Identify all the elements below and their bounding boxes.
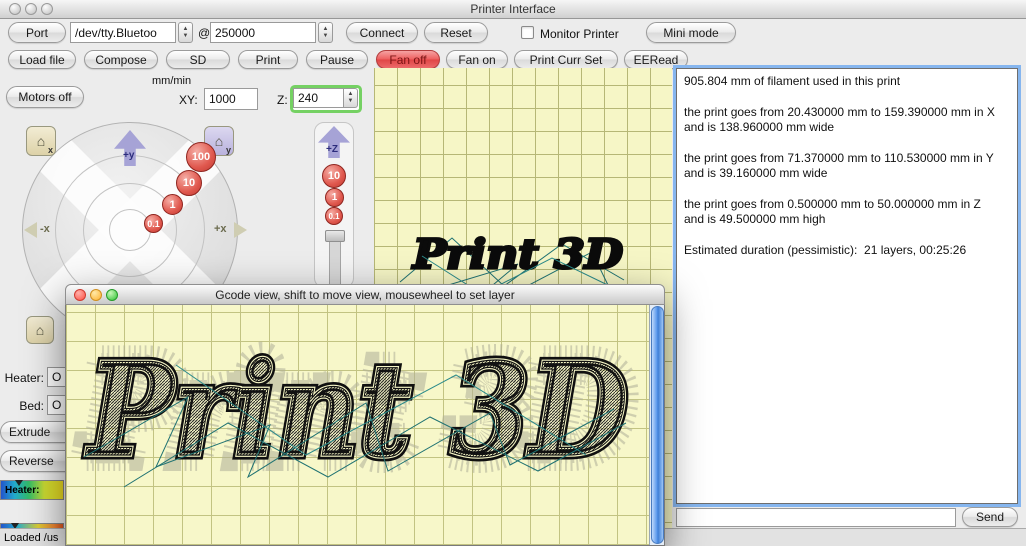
port-button[interactable]: Port: [8, 22, 66, 43]
log-line: the print goes from 71.370000 mm to 110.…: [684, 151, 1010, 167]
home-icon: ⌂: [215, 133, 223, 149]
z-feedrate-input[interactable]: [293, 88, 343, 108]
log-line: and is 39.160000 mm wide: [684, 166, 1010, 182]
mini-mode-button[interactable]: Mini mode: [646, 22, 736, 43]
svg-text:Print 3D: Print 3D: [412, 231, 623, 278]
print-curr-set-button[interactable]: Print Curr Set: [514, 50, 618, 69]
window-title: Printer Interface: [0, 0, 1026, 18]
z-feedrate-group: ▲▼: [293, 88, 359, 110]
gcode-layer-view[interactable]: Print 3D Print 3D Print 3D Print 3D: [65, 305, 665, 546]
gcode-window-titlebar[interactable]: Gcode view, shift to move view, mousewhe…: [65, 284, 665, 305]
fan-off-button[interactable]: Fan off: [376, 50, 440, 69]
command-input[interactable]: [676, 508, 956, 527]
gcode-view-window[interactable]: Gcode view, shift to move view, mousewhe…: [65, 284, 665, 546]
home-x-axis-label: x: [48, 145, 53, 155]
print-button[interactable]: Print: [238, 50, 298, 69]
log-line: the print goes from 0.500000 mm to 50.00…: [684, 197, 1010, 213]
gcode-scrollbar-thumb[interactable]: [651, 306, 664, 544]
main-titlebar: Printer Interface: [0, 0, 1026, 19]
minimize-icon[interactable]: [90, 289, 102, 301]
plus-z-label: +Z: [326, 144, 338, 155]
bed-label: Bed:: [2, 399, 44, 413]
port-stepper[interactable]: ▲▼: [178, 22, 193, 43]
port-input[interactable]: [70, 22, 176, 43]
z-step-0-1[interactable]: 0.1: [325, 207, 343, 225]
minus-x-label: -x: [40, 223, 50, 235]
log-line: 905.804 mm of filament used in this prin…: [684, 74, 1010, 90]
plus-y-label: +y: [123, 150, 134, 161]
z-step-10[interactable]: 10: [322, 164, 346, 188]
load-file-button[interactable]: Load file: [8, 50, 76, 69]
minimize-icon[interactable]: [25, 3, 37, 15]
motors-off-button[interactable]: Motors off: [6, 86, 84, 108]
gcode-window-title: Gcode view, shift to move view, mousewhe…: [66, 285, 664, 305]
monitor-printer-checkbox[interactable]: [521, 26, 534, 39]
send-button[interactable]: Send: [962, 507, 1018, 527]
gcode-scrollbar[interactable]: [649, 305, 664, 546]
baudrate-stepper[interactable]: ▲▼: [318, 22, 333, 43]
jog-ring: [109, 209, 151, 251]
pause-button[interactable]: Pause: [306, 50, 368, 69]
zoom-icon[interactable]: [106, 289, 118, 301]
jog-step-100[interactable]: 100: [186, 142, 216, 172]
jog-plus-x-arrow[interactable]: [234, 222, 247, 238]
jog-step-1[interactable]: 1: [162, 194, 183, 215]
jog-minus-x-arrow[interactable]: [24, 222, 37, 238]
z-feedrate-stepper[interactable]: ▲▼: [343, 88, 358, 108]
compose-button[interactable]: Compose: [84, 50, 158, 69]
fan-on-button[interactable]: Fan on: [446, 50, 508, 69]
close-icon[interactable]: [9, 3, 21, 15]
xy-feedrate-input[interactable]: [204, 88, 258, 110]
close-icon[interactable]: [74, 289, 86, 301]
z-step-1[interactable]: 1: [325, 188, 344, 207]
at-label: @: [198, 26, 210, 40]
home-x-button[interactable]: ⌂ x: [26, 126, 56, 156]
gcode-artwork: Print 3D Print 3D Print 3D Print 3D: [66, 305, 651, 546]
jog-step-0-1[interactable]: 0.1: [144, 214, 163, 233]
heater-gauge-label: Heater:: [5, 485, 39, 496]
log-line: and is 138.960000 mm wide: [684, 120, 1010, 136]
z-feed-label: Z:: [277, 93, 288, 107]
log-line: Estimated duration (pessimistic): 21 lay…: [684, 243, 1010, 259]
home-icon: ⌂: [36, 322, 44, 338]
heater-temp-gauge: Heater:: [0, 480, 64, 500]
log-output[interactable]: 905.804 mm of filament used in this prin…: [676, 68, 1018, 504]
reset-button[interactable]: Reset: [424, 22, 488, 43]
home-icon: ⌂: [37, 133, 45, 149]
log-line: [684, 136, 1010, 151]
log-line: [684, 228, 1010, 243]
feedrate-unit-label: mm/min: [152, 75, 191, 87]
zoom-icon[interactable]: [41, 3, 53, 15]
sd-button[interactable]: SD: [166, 50, 230, 69]
heater-label: Heater:: [2, 371, 44, 385]
xy-feed-label: XY:: [179, 93, 198, 107]
log-line: [684, 90, 1010, 105]
log-line: the print goes from 20.430000 mm to 159.…: [684, 105, 1010, 121]
z-slider-thumb[interactable]: [325, 230, 345, 242]
eeread-button[interactable]: EERead: [624, 50, 688, 69]
baudrate-input[interactable]: [210, 22, 316, 43]
plus-x-label: +x: [214, 223, 227, 235]
connect-button[interactable]: Connect: [346, 22, 418, 43]
status-text: Loaded /us: [4, 532, 58, 544]
home-y-axis-label: y: [226, 145, 231, 155]
jog-step-10[interactable]: 10: [176, 170, 202, 196]
monitor-printer-label: Monitor Printer: [540, 27, 619, 41]
log-line: and is 49.500000 mm high: [684, 212, 1010, 228]
z-jog-column[interactable]: +Z 10 1 0.1: [312, 122, 358, 294]
home-all-button[interactable]: ⌂: [26, 316, 54, 344]
log-line: [684, 182, 1010, 197]
heater-gauge-marker: [15, 480, 23, 486]
